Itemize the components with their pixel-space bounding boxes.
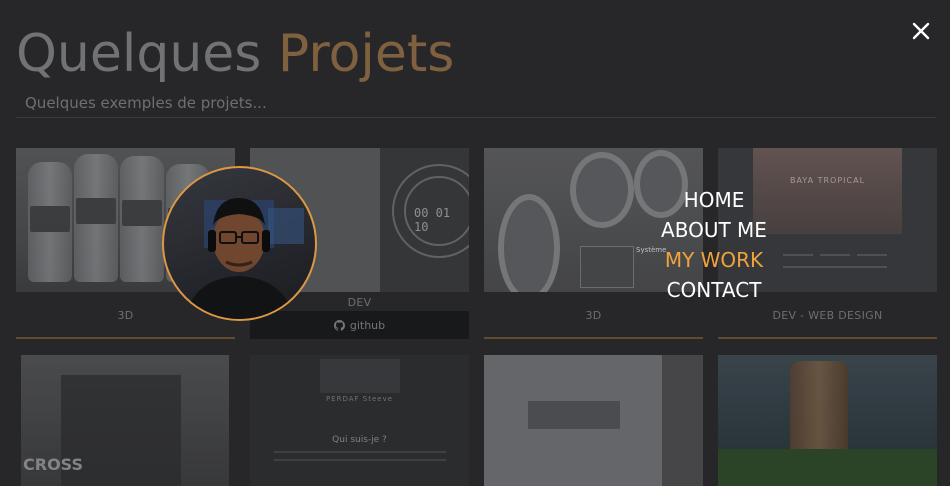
nav-item-my-work[interactable]: MY WORK bbox=[614, 248, 814, 272]
menu-overlay bbox=[0, 0, 950, 486]
nav-item-contact[interactable]: CONTACT bbox=[614, 278, 814, 302]
nav-item-about-me[interactable]: ABOUT ME bbox=[614, 218, 814, 242]
close-button[interactable] bbox=[906, 16, 936, 46]
nav-item-home[interactable]: HOME bbox=[614, 188, 814, 212]
close-icon bbox=[912, 22, 930, 40]
